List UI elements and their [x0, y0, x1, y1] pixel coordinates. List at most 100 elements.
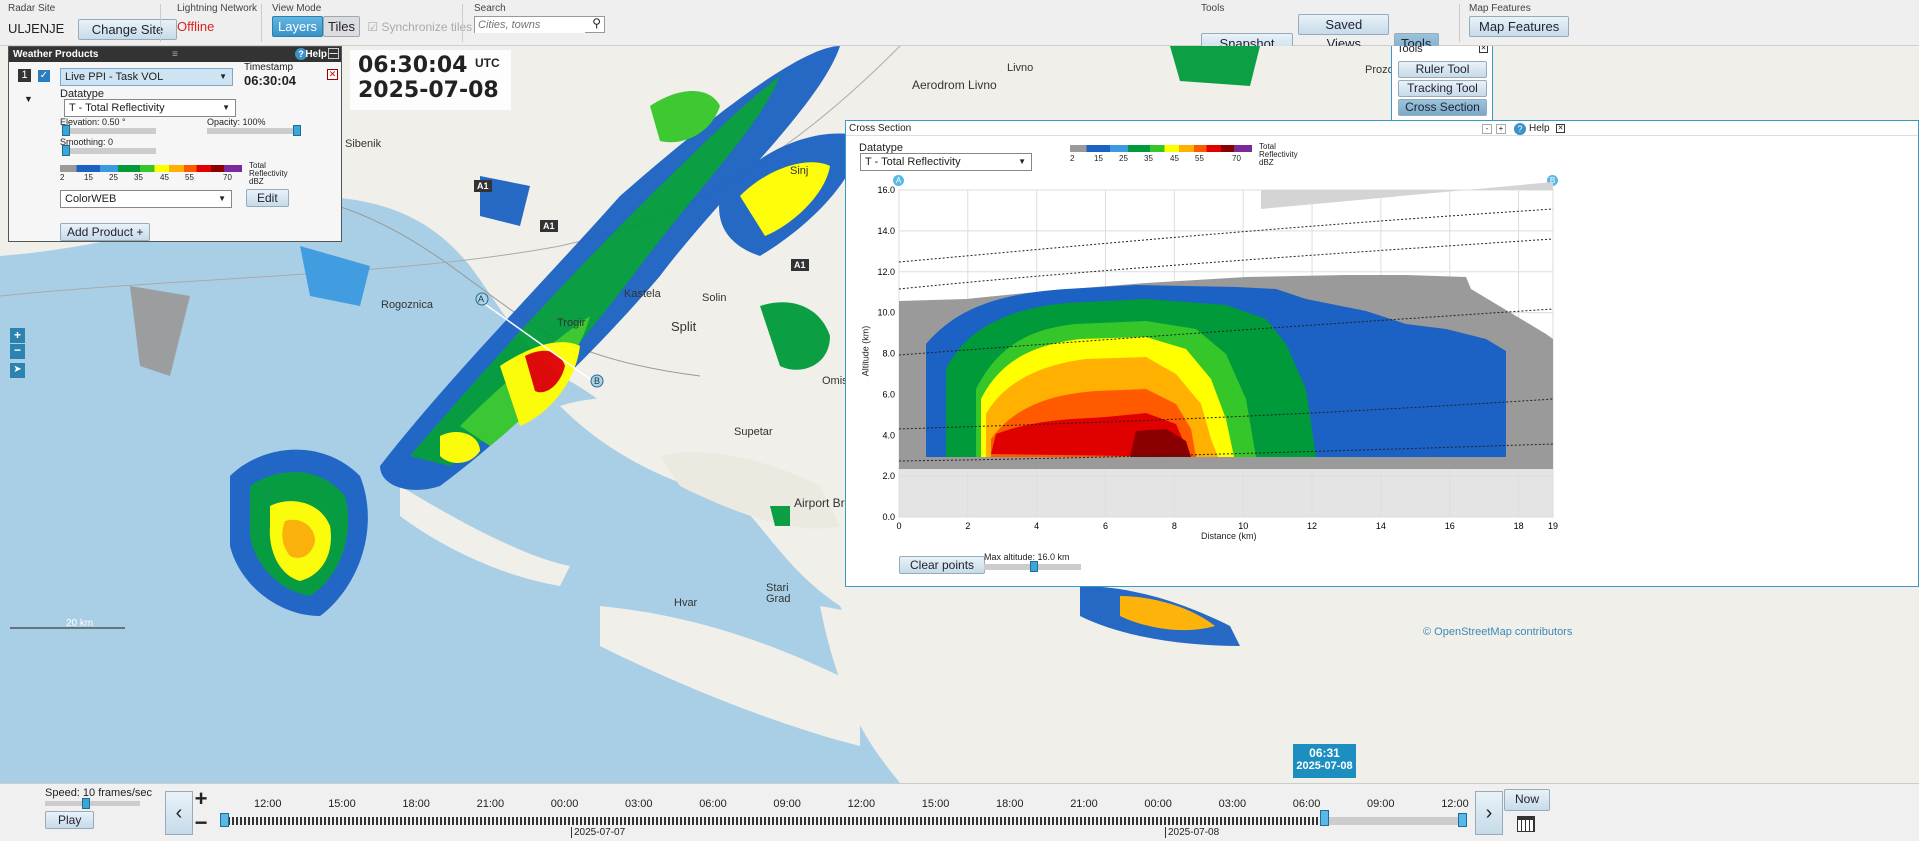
help-link[interactable]: Help — [1529, 123, 1550, 134]
timeline-tick-label: 12:00 — [847, 798, 876, 810]
product-select[interactable]: Live PPI - Task VOL — [60, 68, 233, 86]
timeline-tick-label: 09:00 — [773, 798, 801, 810]
ruler-tool-button[interactable]: Ruler Tool — [1398, 61, 1487, 78]
datatype-select[interactable]: T - Total Reflectivity — [64, 99, 236, 117]
y-tick-label: 10.0 — [877, 308, 895, 318]
timeline-track[interactable]: 12:00 15:00 18:00 21:00 00:00 03:00 06:00 09:00… — [220, 798, 1469, 840]
cross-section-tool-button[interactable]: Cross Section — [1398, 99, 1487, 116]
timeline-zoom-out-button[interactable]: − — [190, 812, 212, 835]
timeline-back-button[interactable]: ‹ — [165, 791, 193, 835]
map-features-button[interactable]: Map Features — [1469, 16, 1570, 37]
y-tick-label: 0.0 — [882, 512, 895, 522]
max-altitude-slider[interactable] — [984, 561, 1081, 572]
x-tick-label: 16 — [1445, 521, 1455, 531]
cross-section-header[interactable]: Cross Section - + ? Help ✕ — [846, 121, 1918, 136]
timeline-current-handle[interactable] — [1320, 810, 1329, 826]
map-label-livno: Livno — [1007, 62, 1034, 74]
timeline-tick-label: 21:00 — [476, 798, 505, 810]
overlay-date: 2025-07-08 — [358, 78, 499, 103]
tools-panel-close-icon[interactable]: ✕ — [1479, 46, 1488, 53]
legend-tick: 35 — [134, 173, 143, 182]
panel-grip-icon[interactable]: ≡ — [172, 47, 178, 62]
timeline-forward-button[interactable]: › — [1475, 791, 1503, 835]
product-enable-checkbox[interactable]: ✓ — [38, 70, 50, 82]
map-label-rogoznica: Rogoznica — [381, 299, 433, 311]
search-icon[interactable]: ⚲ — [592, 16, 601, 30]
map-label-trogir: Trogir — [557, 317, 586, 329]
legend-tick: 15 — [84, 173, 93, 182]
zoom-out-button[interactable]: − — [10, 344, 25, 359]
play-button[interactable]: Play — [45, 811, 95, 829]
tiles-button[interactable]: Tiles — [323, 16, 360, 37]
toolbar-divider — [1459, 4, 1460, 42]
calendar-icon[interactable] — [1517, 816, 1535, 832]
maximize-icon[interactable]: + — [1496, 124, 1506, 134]
timeline-zoom-in-button[interactable]: + — [190, 788, 212, 811]
help-link[interactable]: Help — [305, 47, 327, 62]
change-site-button[interactable]: Change Site — [77, 19, 178, 40]
legend-unit: dBZ — [249, 177, 264, 186]
legend-tick: 70 — [1232, 154, 1241, 163]
map-label-kastela: Kastela — [624, 288, 661, 300]
map-point-b[interactable]: B — [594, 376, 600, 386]
slider-handle[interactable] — [62, 125, 70, 136]
sync-tiles-checkbox[interactable]: ☑ — [367, 20, 378, 34]
map-features-section: Map Features Map Features — [1469, 3, 1570, 37]
legend-tick: 15 — [1094, 154, 1103, 163]
slider-handle[interactable] — [1030, 561, 1038, 572]
x-tick-label: 12 — [1307, 521, 1317, 531]
timeline-start-handle[interactable] — [220, 813, 229, 827]
elevation-slider[interactable] — [62, 125, 156, 136]
x-tick-label: 14 — [1376, 521, 1386, 531]
minimize-icon[interactable]: — — [328, 48, 339, 59]
map-point-a[interactable]: A — [478, 294, 484, 304]
close-icon[interactable]: ✕ — [1556, 124, 1565, 133]
minimize-icon[interactable]: - — [1482, 124, 1492, 134]
current-date: 2025-07-08 — [1296, 760, 1353, 772]
timeline-tick-label: 06:00 — [699, 798, 727, 810]
compass-icon[interactable]: ➤ — [10, 363, 25, 378]
sync-tiles-label: Synchronize tiles — [381, 20, 473, 34]
current-time-flag: 06:31 2025-07-08 — [1293, 744, 1356, 778]
slider-handle[interactable] — [82, 798, 90, 809]
remove-product-icon[interactable]: ✕ — [327, 69, 338, 80]
map-view[interactable]: A B Sibenik Aerodrom Livno Livno Prozor … — [0, 46, 1919, 783]
map-label-omis: Omis — [822, 375, 848, 387]
timeline-end-handle[interactable] — [1458, 813, 1467, 827]
tracking-tool-button[interactable]: Tracking Tool — [1398, 80, 1487, 97]
now-button[interactable]: Now — [1504, 789, 1550, 811]
map-attribution[interactable]: © OpenStreetMap contributors — [1423, 626, 1572, 638]
top-toolbar: Radar Site ULJENJE Change Site Lightning… — [0, 0, 1919, 54]
overlay-time: 06:30:04 — [358, 53, 468, 78]
slider-handle[interactable] — [293, 125, 301, 136]
weather-products-header[interactable]: Weather Products ≡ ? Help — — [9, 47, 341, 62]
expand-arrow-icon[interactable]: ▼ — [24, 94, 33, 104]
tools-caption: Tools — [1201, 3, 1225, 14]
cs-ylabel: Altitude (km) — [860, 325, 871, 377]
opacity-slider[interactable] — [207, 125, 301, 136]
speed-slider[interactable] — [45, 798, 140, 809]
search-input[interactable] — [475, 17, 585, 33]
palette-select[interactable]: ColorWEB — [60, 190, 232, 208]
saved-views-button[interactable]: Saved Views — [1298, 14, 1390, 51]
cs-reflectivity-legend — [1070, 145, 1252, 152]
cs-datatype-select[interactable]: T - Total Reflectivity — [860, 153, 1032, 171]
help-icon[interactable]: ? — [1514, 123, 1526, 135]
cross-section-chart[interactable]: 0 2 4 6 8 10 12 14 16 18 19 0.0 2.0 4.0 6.0 8.0 10.0 12.0… — [846, 179, 1566, 554]
smoothing-slider[interactable] — [62, 145, 156, 156]
overlay-zone: UTC — [475, 56, 500, 70]
legend-tick: 2 — [60, 173, 65, 182]
lightning-section: Lightning Network Offline — [177, 3, 257, 34]
layers-button[interactable]: Layers — [272, 16, 324, 37]
legend-tick: 35 — [1144, 154, 1153, 163]
timeline-future — [1324, 817, 1462, 825]
toolbar-divider — [462, 4, 463, 42]
edit-palette-button[interactable]: Edit — [246, 189, 289, 207]
timeline-tick-label: 00:00 — [550, 798, 579, 810]
add-product-button[interactable]: Add Product + — [60, 223, 151, 241]
clear-points-button[interactable]: Clear points — [899, 556, 986, 574]
max-altitude-label: Max altitude: 16.0 km — [984, 552, 1070, 562]
zoom-in-button[interactable]: + — [10, 328, 25, 343]
x-tick-label: 19 — [1548, 521, 1558, 531]
slider-handle[interactable] — [62, 145, 70, 156]
